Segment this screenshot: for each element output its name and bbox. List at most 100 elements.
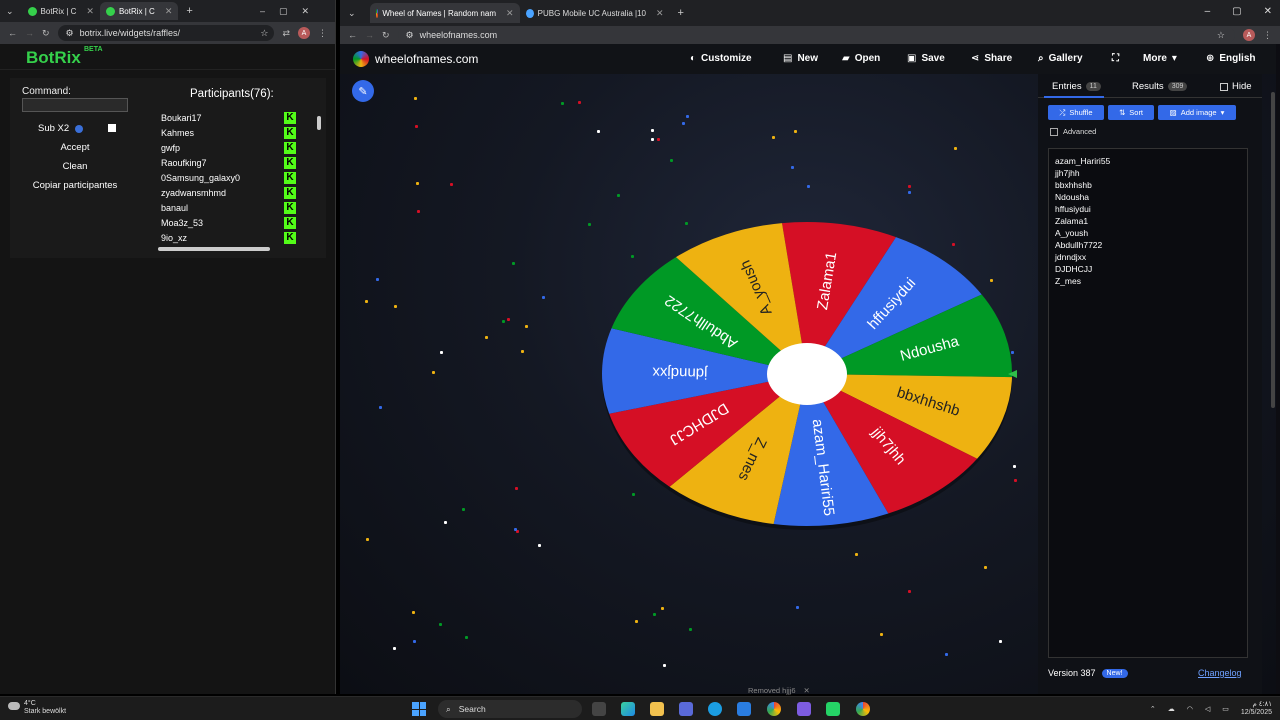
task-view-icon[interactable] bbox=[592, 702, 606, 716]
copy-participants-button[interactable]: Copiar participantes bbox=[22, 178, 128, 193]
discord-icon[interactable] bbox=[797, 702, 811, 716]
close-window-icon[interactable]: ✕ bbox=[1264, 6, 1272, 17]
scroll-thumb[interactable] bbox=[1271, 92, 1275, 408]
tab-search-icon[interactable]: ⌄ bbox=[348, 8, 356, 19]
confetti-piece bbox=[682, 122, 685, 125]
nav-open[interactable]: ▰ Open bbox=[842, 53, 880, 64]
nav-more[interactable]: More ▾ bbox=[1143, 53, 1177, 64]
edit-pencil-button[interactable]: ✎ bbox=[352, 80, 374, 102]
url-field[interactable]: ⚙ wheelofnames.com ☆ bbox=[397, 27, 1235, 43]
taskbar-search[interactable]: ⌕ Search bbox=[438, 700, 582, 718]
pubg-favicon-icon bbox=[525, 8, 534, 18]
site-info-icon[interactable]: ⚙ bbox=[406, 30, 414, 41]
scroll-thumb[interactable] bbox=[317, 116, 321, 130]
participants-vscroll[interactable] bbox=[316, 110, 322, 244]
network-icon[interactable]: ◠ bbox=[1187, 705, 1193, 713]
extensions-icon[interactable]: ⇄ bbox=[282, 28, 290, 39]
bookmark-star-icon[interactable]: ☆ bbox=[1217, 30, 1225, 41]
close-tab-icon[interactable]: ✕ bbox=[656, 8, 664, 19]
clock[interactable]: ٤:٨١ م 12/5/2025 bbox=[1241, 701, 1272, 717]
nav-new[interactable]: ▤ New bbox=[783, 53, 818, 64]
new-tab-icon[interactable]: + bbox=[186, 5, 192, 17]
command-label: Command: bbox=[22, 86, 71, 97]
tray-chevron-icon[interactable]: ⌃ bbox=[1150, 705, 1156, 713]
entries-textarea[interactable]: azam_Hariri55 jjh7jhh bbxhhshb Ndousha hffus… bbox=[1048, 148, 1248, 658]
wheel-svg[interactable]: Zalama1 hffusiyduiNdoushabbxhhshbjjh7jhha… bbox=[597, 219, 1026, 549]
weather-widget[interactable]: 4°C Stark bewölkt bbox=[8, 700, 66, 716]
whatsapp-icon[interactable] bbox=[826, 702, 840, 716]
window-controls[interactable]: –▢✕ bbox=[260, 6, 323, 17]
close-tab-icon[interactable]: ✕ bbox=[86, 6, 94, 17]
sub-checkbox[interactable] bbox=[108, 124, 116, 132]
tab-results[interactable]: Results 309 bbox=[1132, 81, 1188, 92]
wheel-logo-icon bbox=[353, 51, 369, 67]
forward-icon[interactable]: → bbox=[365, 30, 374, 40]
cloud-sync-icon[interactable]: ☁ bbox=[1168, 705, 1175, 713]
sort-button[interactable]: ⇅ Sort bbox=[1108, 105, 1154, 120]
confetti-piece bbox=[394, 305, 397, 308]
file-explorer-icon[interactable] bbox=[650, 702, 664, 716]
nav-fullscreen[interactable]: ⛶ bbox=[1112, 53, 1119, 64]
forward-icon[interactable]: → bbox=[25, 28, 34, 38]
nav-gallery[interactable]: ⌕ Gallery bbox=[1038, 53, 1083, 64]
nav-language[interactable]: ⊕ English bbox=[1206, 53, 1256, 64]
botrix-logo[interactable]: BotRix bbox=[26, 48, 81, 68]
participants-hscroll[interactable] bbox=[148, 246, 314, 252]
page-scrollbar[interactable] bbox=[1270, 88, 1276, 408]
back-icon[interactable]: ← bbox=[8, 28, 17, 38]
mail-icon[interactable] bbox=[737, 702, 751, 716]
back-icon[interactable]: ← bbox=[348, 30, 357, 40]
close-tab-icon[interactable]: ✕ bbox=[506, 8, 514, 19]
chrome-icon[interactable] bbox=[767, 702, 781, 716]
maximize-icon[interactable]: ▢ bbox=[1232, 6, 1241, 17]
bookmark-star-icon[interactable]: ☆ bbox=[260, 28, 268, 39]
advanced-toggle[interactable]: Advanced bbox=[1050, 127, 1096, 136]
hide-checkbox[interactable] bbox=[1220, 82, 1228, 91]
edge-icon[interactable] bbox=[708, 702, 722, 716]
chrome-icon-2[interactable] bbox=[856, 702, 870, 716]
reload-icon[interactable]: ↻ bbox=[382, 30, 390, 41]
menu-dots-icon[interactable]: ⋮ bbox=[318, 28, 327, 39]
nav-save[interactable]: ▣ Save bbox=[907, 53, 945, 64]
close-tab-icon[interactable]: ✕ bbox=[165, 6, 173, 17]
reload-icon[interactable]: ↻ bbox=[42, 28, 50, 39]
store-icon[interactable] bbox=[679, 702, 693, 716]
clean-button[interactable]: Clean bbox=[22, 159, 128, 174]
participants-list: Boukari17 K Kahmes Kgwfp K Raoufking7 K 0Samsun… bbox=[146, 110, 300, 246]
botrix-favicon-icon bbox=[105, 6, 115, 16]
right-tab-pubg[interactable]: PUBG Mobile UC Australia |10 ✕ bbox=[520, 3, 670, 23]
minimize-icon[interactable]: – bbox=[1205, 6, 1211, 17]
url-field[interactable]: ⚙ botrix.live/widgets/raffles/ ☆ bbox=[57, 25, 275, 41]
kick-platform-icon: K bbox=[284, 171, 296, 184]
info-icon[interactable] bbox=[75, 124, 84, 133]
wheel-container[interactable]: Zalama1 hffusiydui Ndousha bbxhhshb jjh7jhh a… bbox=[597, 219, 1026, 549]
tab-search-icon[interactable]: ⌄ bbox=[6, 6, 14, 17]
left-tab-1[interactable]: BotRix | C ✕ bbox=[22, 2, 100, 20]
hide-toggle[interactable]: Hide bbox=[1220, 81, 1252, 92]
close-icon[interactable]: ✕ bbox=[804, 686, 810, 695]
changelog-link[interactable]: Changelog bbox=[1198, 668, 1242, 678]
site-logo[interactable]: wheelofnames.com bbox=[353, 51, 478, 67]
command-input[interactable] bbox=[22, 98, 128, 112]
advanced-checkbox[interactable] bbox=[1050, 127, 1058, 136]
battery-icon[interactable]: ▭ bbox=[1222, 705, 1229, 713]
start-button[interactable] bbox=[412, 702, 426, 716]
add-image-button[interactable]: ▨ Add image ▾ bbox=[1158, 105, 1236, 120]
confetti-piece bbox=[791, 166, 794, 169]
new-tab-icon[interactable]: + bbox=[678, 7, 684, 19]
accept-button[interactable]: Accept bbox=[22, 140, 128, 155]
volume-icon[interactable]: ◁ bbox=[1205, 705, 1210, 713]
shuffle-button[interactable]: ⤮ Shuffle bbox=[1048, 105, 1104, 120]
tab-entries[interactable]: Entries 11 bbox=[1052, 81, 1101, 92]
wheel-center-hub[interactable] bbox=[767, 343, 847, 405]
menu-dots-icon[interactable]: ⋮ bbox=[1263, 30, 1272, 41]
profile-avatar[interactable]: A bbox=[298, 27, 310, 39]
left-tab-2[interactable]: BotRix | C ✕ bbox=[99, 2, 179, 20]
site-info-icon[interactable]: ⚙ bbox=[66, 28, 74, 39]
nav-customize[interactable]: ◐ Customize bbox=[690, 53, 752, 64]
scroll-thumb[interactable] bbox=[158, 247, 270, 251]
nav-share[interactable]: ⋖ Share bbox=[971, 53, 1012, 64]
profile-avatar[interactable]: A bbox=[1243, 29, 1255, 41]
right-tab-wheel[interactable]: Wheel of Names | Random nam ✕ bbox=[369, 3, 520, 23]
copilot-icon[interactable] bbox=[621, 702, 635, 716]
